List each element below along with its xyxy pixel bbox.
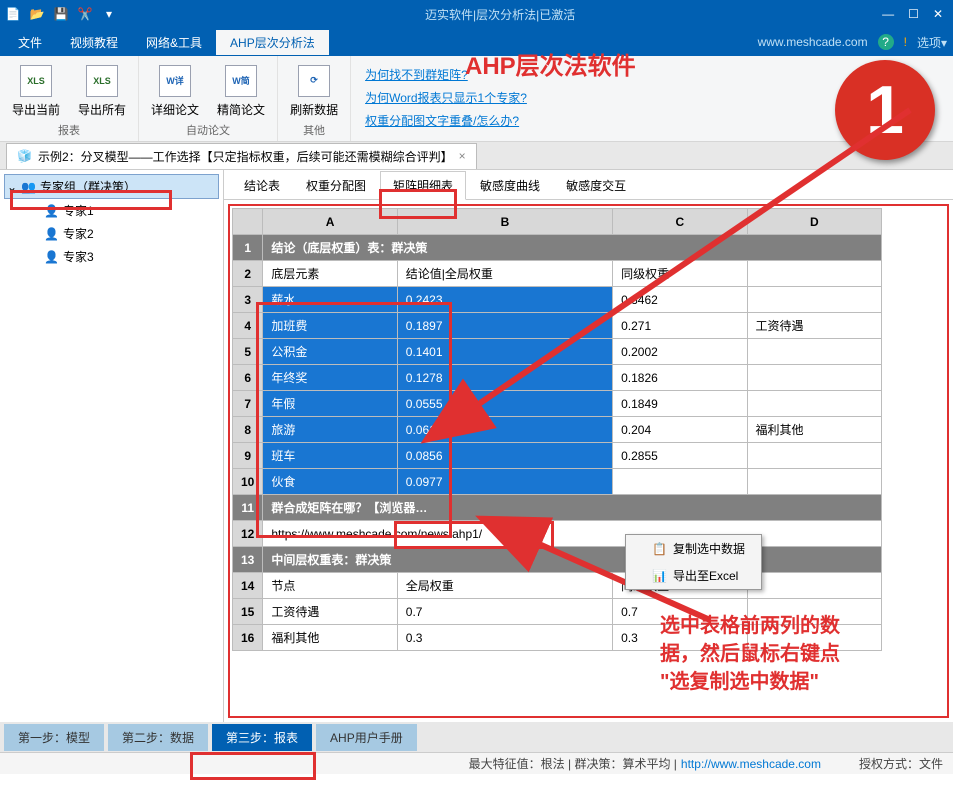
dropdown-icon[interactable]: ▾ <box>100 5 118 23</box>
ctx-export[interactable]: 📊导出至Excel <box>626 562 761 589</box>
close-icon[interactable]: ✕ <box>933 7 943 21</box>
title-bar: 📄 📂 💾 ✂️ ▾ 迈实软件|层次分析法|已激活 — ☐ ✕ <box>0 0 953 28</box>
options-menu[interactable]: 选项▾ <box>917 34 947 51</box>
document-tab[interactable]: 🧊 示例2：分叉模型——工作选择【只定指标权重，后续可能还需模糊综合评判】 × <box>6 143 477 169</box>
subtab-conclusion[interactable]: 结论表 <box>232 172 292 199</box>
qat: 📄 📂 💾 ✂️ ▾ <box>4 5 118 23</box>
menu-file[interactable]: 文件 <box>4 30 56 55</box>
copy-icon: 📋 <box>652 542 667 556</box>
highlight-tree <box>10 190 172 210</box>
menu-ahp[interactable]: AHP层次分析法 <box>216 30 329 55</box>
ribbon-group-report: XLS导出当前 XLS导出所有 报表 <box>0 56 139 141</box>
menu-network[interactable]: 网络&工具 <box>132 30 216 55</box>
ribbon-group-other: ⟳刷新数据 其他 <box>278 56 351 141</box>
status-bar: 最大特征值：根法 | 群决策：算术平均 | http://www.meshcad… <box>0 752 953 774</box>
window-controls: — ☐ ✕ <box>882 7 949 21</box>
annotation-top: AHP层次法软件 <box>465 50 636 84</box>
context-menu: 📋复制选中数据 📊导出至Excel <box>625 534 762 590</box>
bottom-bar: 第一步：模型 第二步：数据 第三步：报表 AHP用户手册 <box>0 722 953 752</box>
ribbon-group-paper: W详详细论文 W简精简论文 自动论文 <box>139 56 278 141</box>
maximize-icon[interactable]: ☐ <box>908 7 919 21</box>
tree-panel: ⌄ 👥 专家组（群决策） 👤专家1 👤专家2 👤专家3 <box>0 170 224 722</box>
status-text: 最大特征值：根法 | 群决策：算术平均 | <box>469 755 677 772</box>
cut-icon[interactable]: ✂️ <box>76 5 94 23</box>
export-all-button[interactable]: XLS导出所有 <box>74 60 130 122</box>
window-title: 迈实软件|层次分析法|已激活 <box>118 6 882 23</box>
website-link[interactable]: www.meshcade.com <box>758 35 868 49</box>
open-folder-icon[interactable]: 📂 <box>28 5 46 23</box>
status-auth: 授权方式：文件 <box>859 755 943 772</box>
menu-video[interactable]: 视频教程 <box>56 30 132 55</box>
simple-paper-button[interactable]: W简精简论文 <box>213 60 269 122</box>
annotation-right: 选中表格前两列的数 据，然后鼠标右键点 "选复制选中数据" <box>660 612 840 696</box>
refresh-button[interactable]: ⟳刷新数据 <box>286 60 342 122</box>
step1-button[interactable]: 第一步：模型 <box>4 724 104 751</box>
save-icon[interactable]: 💾 <box>52 5 70 23</box>
user-icon: 👤 <box>44 227 59 241</box>
info-icon[interactable]: ! <box>904 35 907 49</box>
ctx-copy[interactable]: 📋复制选中数据 <box>626 535 761 562</box>
subtab-weight[interactable]: 权重分配图 <box>294 172 378 199</box>
detail-paper-button[interactable]: W详详细论文 <box>147 60 203 122</box>
new-file-icon[interactable]: 📄 <box>4 5 22 23</box>
excel-icon: 📊 <box>652 569 667 583</box>
manual-button[interactable]: AHP用户手册 <box>316 724 417 751</box>
step3-button[interactable]: 第三步：报表 <box>212 724 312 751</box>
tree-child[interactable]: 👤专家2 <box>4 222 219 245</box>
minimize-icon[interactable]: — <box>882 7 894 21</box>
step2-button[interactable]: 第二步：数据 <box>108 724 208 751</box>
highlight-step3 <box>190 752 316 780</box>
tree-child[interactable]: 👤专家3 <box>4 245 219 268</box>
cube-icon: 🧊 <box>17 149 32 163</box>
user-icon: 👤 <box>44 250 59 264</box>
status-url[interactable]: http://www.meshcade.com <box>681 757 821 771</box>
help-icon[interactable]: ? <box>878 34 894 50</box>
export-current-button[interactable]: XLS导出当前 <box>8 60 64 122</box>
